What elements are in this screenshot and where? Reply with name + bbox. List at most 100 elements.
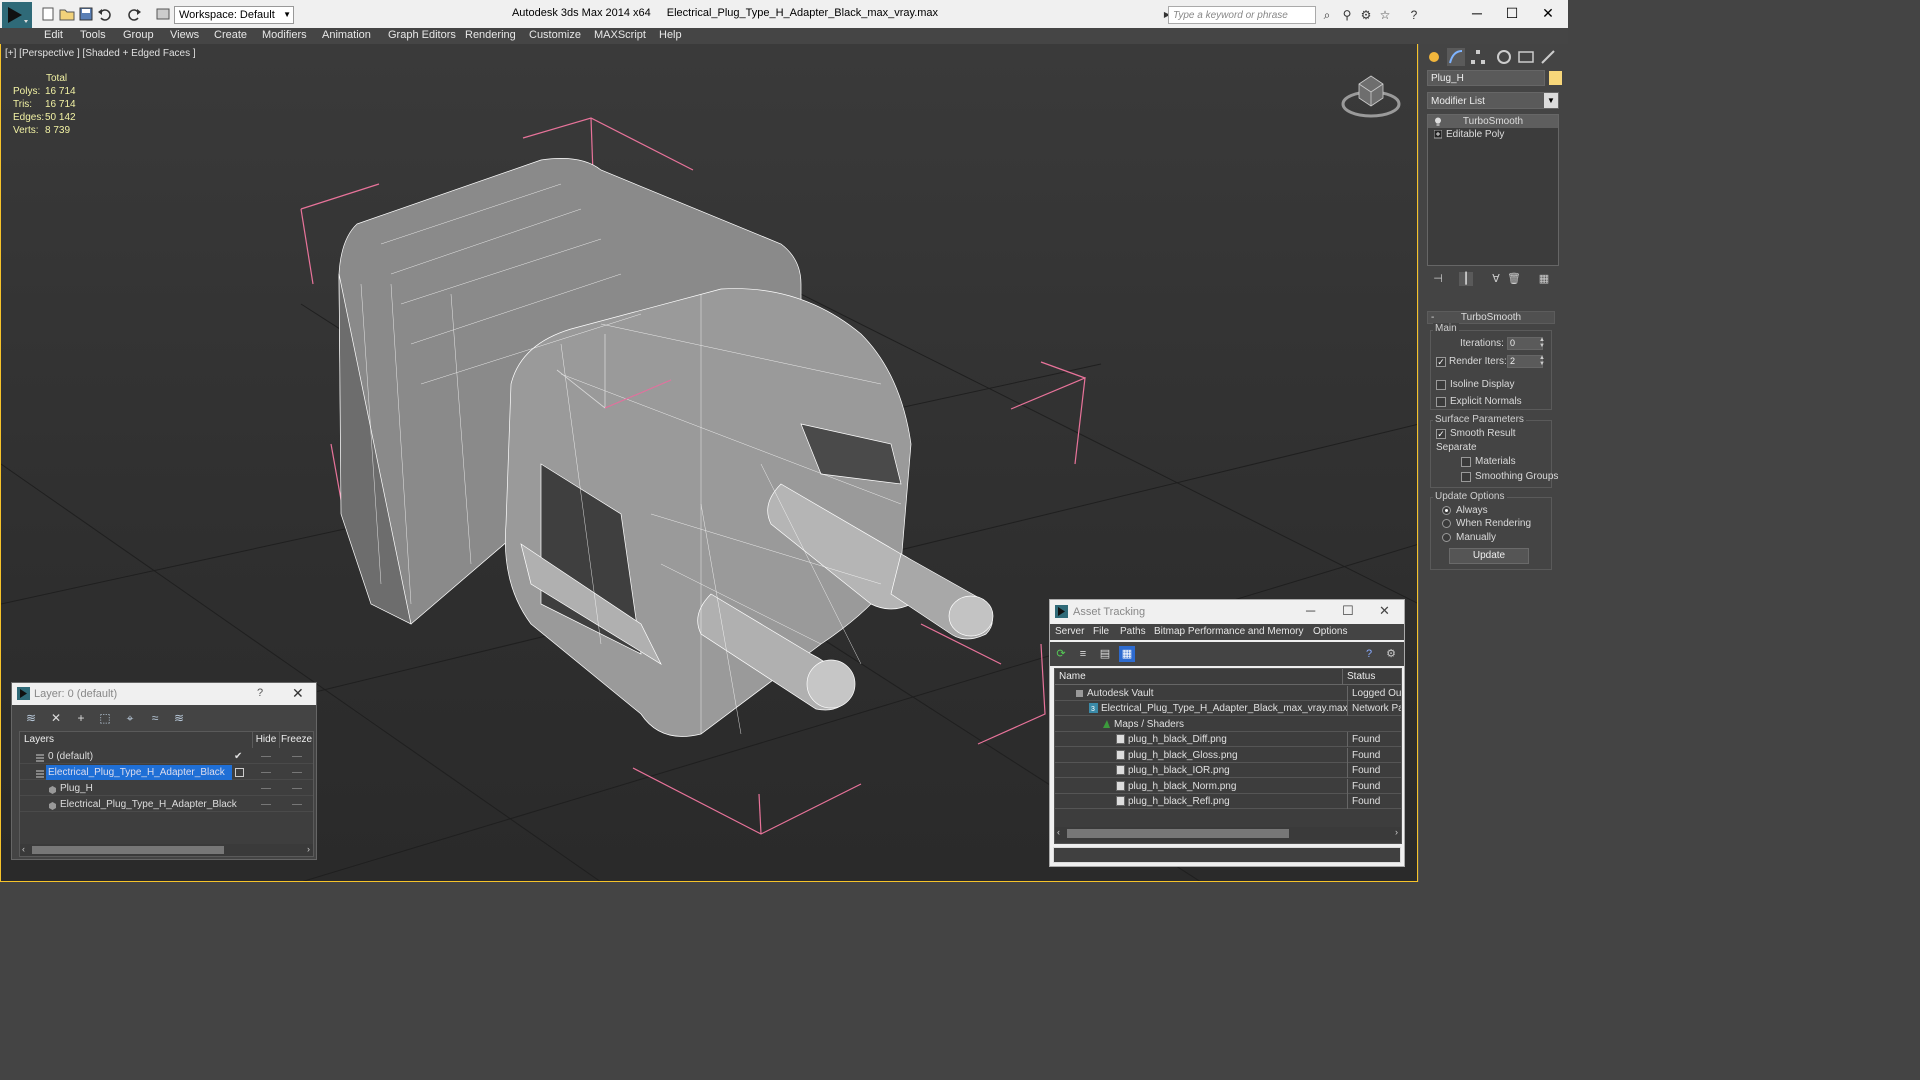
list-view-icon[interactable]: ≡ xyxy=(1075,646,1091,662)
update-button[interactable]: Update xyxy=(1449,548,1529,564)
scroll-left-icon[interactable]: ‹ xyxy=(1057,827,1060,837)
menu-server[interactable]: Server xyxy=(1055,626,1084,637)
freeze-all-layers-icon[interactable]: ≋ xyxy=(172,711,186,725)
refresh-icon[interactable]: ⟳ xyxy=(1053,646,1069,662)
table-view-icon[interactable]: ▦ xyxy=(1119,646,1135,662)
asset-row[interactable]: Autodesk Vault Logged Out xyxy=(1055,686,1401,701)
maximize-button[interactable]: ☐ xyxy=(1342,603,1354,619)
menu-tools[interactable]: Tools xyxy=(80,29,106,41)
freeze-toggle[interactable] xyxy=(292,772,302,773)
highlight-layer-icon[interactable]: ⌖ xyxy=(123,711,137,725)
hierarchy-tab-icon[interactable] xyxy=(1469,48,1487,66)
materials-checkbox[interactable] xyxy=(1461,457,1471,467)
minimize-button[interactable]: ─ xyxy=(1306,603,1315,618)
layer-row[interactable]: Plug_H xyxy=(20,781,313,796)
menu-bitmap-performance[interactable]: Bitmap Performance and Memory xyxy=(1154,626,1304,637)
menu-group[interactable]: Group xyxy=(123,29,154,41)
asset-row[interactable]: plug_h_black_Diff.png Found xyxy=(1055,732,1401,747)
scrollbar-thumb[interactable] xyxy=(32,846,224,854)
remove-modifier-icon[interactable]: 🗑 xyxy=(1507,272,1521,286)
menu-file[interactable]: File xyxy=(1093,626,1109,637)
hide-toggle[interactable] xyxy=(261,756,271,757)
asset-row[interactable]: plug_h_black_Norm.png Found xyxy=(1055,779,1401,794)
hide-toggle[interactable] xyxy=(261,804,271,805)
display-tab-icon[interactable] xyxy=(1517,48,1535,66)
modifier-list-dropdown[interactable]: Modifier List ▼ xyxy=(1427,92,1559,109)
iterations-spinner[interactable]: 0 xyxy=(1507,337,1543,350)
lightbulb-icon[interactable] xyxy=(1434,117,1442,126)
menu-animation[interactable]: Animation xyxy=(322,29,371,41)
asset-row[interactable]: Maps / Shaders xyxy=(1055,717,1401,732)
explicit-normals-checkbox[interactable] xyxy=(1436,397,1446,407)
asset-dialog-titlebar[interactable]: Asset Tracking ─ ☐ ✕ xyxy=(1050,600,1404,624)
configure-sets-icon[interactable]: ▦ xyxy=(1537,272,1551,286)
asset-row[interactable]: plug_h_black_Gloss.png Found xyxy=(1055,748,1401,763)
help-icon[interactable]: ? xyxy=(1361,646,1377,662)
close-button[interactable]: ✕ xyxy=(292,685,304,702)
minimize-button[interactable]: ─ xyxy=(1462,4,1492,22)
close-button[interactable]: ✕ xyxy=(1533,4,1563,22)
subscription-icon[interactable]: ⚙ xyxy=(1359,8,1373,22)
make-unique-icon[interactable]: ∀ xyxy=(1489,272,1503,286)
layer-row[interactable]: Electrical_Plug_Type_H_Adapter_Black xyxy=(20,765,313,780)
freeze-toggle[interactable] xyxy=(292,804,302,805)
menu-customize[interactable]: Customize xyxy=(529,29,581,41)
expand-plus-icon[interactable] xyxy=(1433,129,1443,139)
render-iters-spinner[interactable]: 2 xyxy=(1507,355,1543,368)
close-button[interactable]: ✕ xyxy=(1379,603,1390,619)
layer-row[interactable]: 0 (default) ✔ xyxy=(20,749,313,764)
help-button[interactable]: ? xyxy=(257,687,263,699)
menu-views[interactable]: Views xyxy=(170,29,199,41)
horizontal-scrollbar[interactable]: ‹ › xyxy=(1055,827,1401,840)
menu-options[interactable]: Options xyxy=(1313,626,1347,637)
when-rendering-radio[interactable] xyxy=(1442,519,1451,528)
delete-layer-icon[interactable]: ✕ xyxy=(49,711,63,725)
isoline-display-checkbox[interactable] xyxy=(1436,380,1446,390)
object-color-swatch[interactable] xyxy=(1549,71,1562,85)
context-help-icon[interactable]: ⚙ xyxy=(1383,646,1399,662)
key-icon[interactable]: ⚲ xyxy=(1340,8,1354,22)
viewcube-icon[interactable] xyxy=(1341,70,1401,120)
col-name-header[interactable]: Name xyxy=(1055,669,1343,685)
create-tab-icon[interactable] xyxy=(1425,48,1443,66)
binoculars-icon[interactable]: ⌕ xyxy=(1320,8,1334,22)
show-end-result-icon[interactable]: ┃ xyxy=(1459,272,1473,286)
menu-paths[interactable]: Paths xyxy=(1120,626,1146,637)
freeze-toggle[interactable] xyxy=(292,756,302,757)
stack-item-editable-poly[interactable]: Editable Poly xyxy=(1428,128,1558,141)
hide-toggle[interactable] xyxy=(261,788,271,789)
thumbnail-view-icon[interactable]: ▤ xyxy=(1097,646,1113,662)
object-name-field[interactable]: Plug_H xyxy=(1427,70,1545,86)
col-freeze-header[interactable]: Freeze xyxy=(280,732,313,748)
menu-edit[interactable]: Edit xyxy=(44,29,63,41)
hide-toggle[interactable] xyxy=(261,772,271,773)
col-status-header[interactable]: Status xyxy=(1343,669,1401,685)
utilities-tab-icon[interactable] xyxy=(1539,48,1557,66)
asset-row[interactable]: plug_h_black_Refl.png Found xyxy=(1055,794,1401,809)
menu-rendering[interactable]: Rendering xyxy=(465,29,516,41)
smooth-result-checkbox[interactable]: ✓ xyxy=(1436,429,1446,439)
layer-row[interactable]: Electrical_Plug_Type_H_Adapter_Black xyxy=(20,797,313,812)
viewport-label[interactable]: [+] [Perspective ] [Shaded + Edged Faces… xyxy=(5,48,196,59)
asset-row[interactable]: 3 Electrical_Plug_Type_H_Adapter_Black_m… xyxy=(1055,701,1401,716)
scroll-right-icon[interactable]: › xyxy=(307,844,310,854)
help-icon[interactable]: ? xyxy=(1407,8,1421,22)
stack-item-turbosmooth[interactable]: TurboSmooth xyxy=(1428,115,1558,128)
hide-all-layers-icon[interactable]: ≈ xyxy=(148,711,162,725)
menu-graph-editors[interactable]: Graph Editors xyxy=(388,29,456,41)
add-to-layer-icon[interactable]: + xyxy=(74,711,88,725)
search-input[interactable]: Type a keyword or phrase xyxy=(1168,6,1316,24)
scroll-left-icon[interactable]: ‹ xyxy=(22,844,25,854)
spinner-arrows-icon[interactable]: ▲ ▼ xyxy=(1539,337,1547,350)
new-layer-icon[interactable]: ≋ xyxy=(24,711,38,725)
motion-tab-icon[interactable] xyxy=(1495,48,1513,66)
horizontal-scrollbar[interactable]: ‹ › xyxy=(20,844,313,856)
menu-maxscript[interactable]: MAXScript xyxy=(594,29,646,41)
menu-help[interactable]: Help xyxy=(659,29,682,41)
scroll-right-icon[interactable]: › xyxy=(1395,827,1398,837)
always-radio[interactable] xyxy=(1442,506,1451,515)
maximize-button[interactable]: ☐ xyxy=(1497,4,1527,22)
pin-stack-icon[interactable]: ⊣ xyxy=(1431,272,1445,286)
layer-dialog-titlebar[interactable]: Layer: 0 (default) ? ✕ xyxy=(12,683,316,705)
smoothing-groups-checkbox[interactable] xyxy=(1461,472,1471,482)
